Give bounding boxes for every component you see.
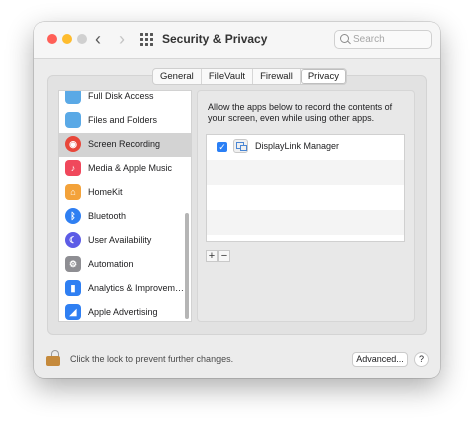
sidebar-item-label: Media & Apple Music [88, 163, 173, 173]
music-icon: ♪ [65, 160, 81, 176]
window-title: Security & Privacy [162, 32, 268, 46]
sidebar-item-bluetooth[interactable]: ᛒ Bluetooth [59, 205, 191, 229]
sidebar-item-label: Files and Folders [88, 115, 158, 125]
app-name: DisplayLink Manager [255, 141, 340, 151]
search-field[interactable] [334, 30, 432, 49]
home-icon: ⌂ [65, 184, 81, 200]
tab-general[interactable]: General [153, 69, 202, 84]
empty-list-row [207, 210, 404, 235]
displaylink-app-icon [233, 139, 248, 153]
sidebar-item-label: Bluetooth [88, 211, 127, 221]
folder-icon [65, 91, 81, 104]
sidebar-item-screen-recording[interactable]: ◉ Screen Recording [59, 133, 191, 157]
empty-list-row [207, 185, 404, 210]
sidebar-item-label: Full Disk Access [88, 91, 154, 101]
chart-icon: ▮ [65, 280, 81, 296]
show-all-grid-icon[interactable] [140, 33, 153, 46]
empty-list-row [207, 160, 404, 185]
sidebar-item-label: Automation [88, 259, 134, 269]
sidebar-item-automation[interactable]: ⚙ Automation [59, 253, 191, 277]
privacy-category-list[interactable]: Full Disk Access Files and Folders ◉ Scr… [58, 90, 192, 322]
search-icon [340, 34, 349, 43]
record-icon: ◉ [65, 136, 81, 152]
close-window-button[interactable] [47, 34, 57, 44]
tab-privacy[interactable]: Privacy [300, 69, 346, 84]
tab-bar: General FileVault Firewall Privacy [152, 68, 347, 85]
search-input[interactable] [353, 31, 429, 48]
sidebar-item-label: Analytics & Improvem… [88, 283, 185, 293]
folder-icon [65, 112, 81, 128]
add-app-button[interactable]: + [206, 250, 218, 262]
sidebar-item-label: User Availability [88, 235, 152, 245]
app-list[interactable]: ✓ DisplayLink Manager [206, 134, 405, 242]
sidebar-item-label: HomeKit [88, 187, 123, 197]
sidebar-item-media-apple-music[interactable]: ♪ Media & Apple Music [59, 157, 191, 181]
back-chevron-icon[interactable]: ‹ [90, 30, 106, 48]
tab-filevault[interactable]: FileVault [202, 69, 254, 84]
security-privacy-window: ‹ › Security & Privacy General FileVault… [34, 22, 440, 378]
sidebar-item-apple-advertising[interactable]: ◢ Apple Advertising [59, 301, 191, 321]
sidebar-item-full-disk-access[interactable]: Full Disk Access [59, 91, 191, 109]
sidebar-item-files-and-folders[interactable]: Files and Folders [59, 109, 191, 133]
sidebar-item-user-availability[interactable]: ☾ User Availability [59, 229, 191, 253]
list-item[interactable]: ✓ DisplayLink Manager [207, 135, 404, 160]
sidebar-item-label: Screen Recording [88, 139, 161, 149]
advanced-button[interactable]: Advanced... [352, 352, 408, 367]
sidebar-item-label: Apple Advertising [88, 307, 158, 317]
lock-icon[interactable] [46, 350, 60, 366]
bluetooth-icon: ᛒ [65, 208, 81, 224]
app-enabled-checkbox[interactable]: ✓ [217, 142, 227, 152]
gear-icon: ⚙ [65, 256, 81, 272]
minimize-window-button[interactable] [62, 34, 72, 44]
remove-app-button[interactable]: − [218, 250, 230, 262]
sidebar-scrollbar[interactable] [185, 213, 189, 319]
sidebar-item-analytics[interactable]: ▮ Analytics & Improvem… [59, 277, 191, 301]
tab-firewall[interactable]: Firewall [253, 69, 301, 84]
add-remove-controls: + − [206, 250, 230, 262]
megaphone-icon: ◢ [65, 304, 81, 320]
moon-icon: ☾ [65, 232, 81, 248]
zoom-window-button[interactable] [77, 34, 87, 44]
lock-status-text: Click the lock to prevent further change… [70, 354, 234, 364]
forward-chevron-icon[interactable]: › [114, 30, 130, 48]
sidebar-item-homekit[interactable]: ⌂ HomeKit [59, 181, 191, 205]
help-button[interactable]: ? [414, 352, 429, 367]
screen-recording-description: Allow the apps below to record the conte… [208, 102, 393, 123]
title-bar: ‹ › Security & Privacy [34, 22, 440, 59]
